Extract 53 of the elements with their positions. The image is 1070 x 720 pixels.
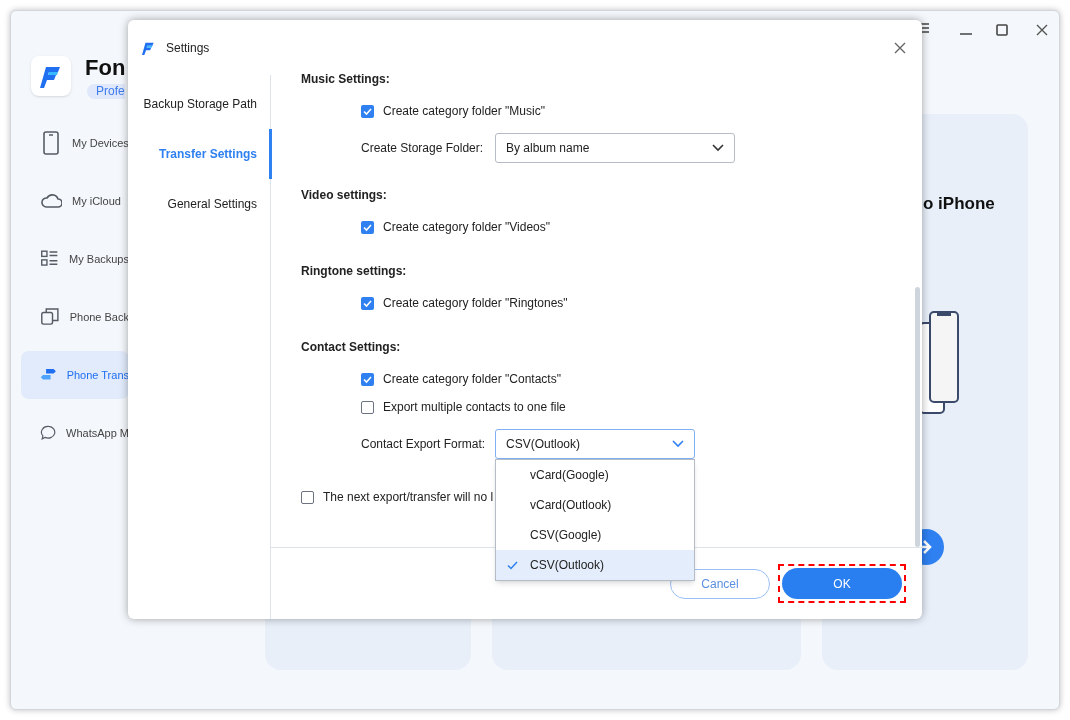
dropdown-option[interactable]: vCard(Google) (496, 460, 694, 490)
dropdown-field[interactable]: CSV(Outlook) (495, 429, 695, 459)
checkbox-label: The next export/transfer will no l (323, 489, 494, 506)
field-label: Create Storage Folder: (361, 140, 485, 157)
settings-tab[interactable]: Transfer Settings (158, 129, 272, 179)
dialog-title: Settings (166, 39, 211, 57)
sidebar-item[interactable]: WhatsApp M (21, 409, 129, 457)
checkbox[interactable] (361, 296, 374, 310)
section-heading: Music Settings: (301, 71, 391, 88)
checkbox-label: Export multiple contacts to one file (383, 399, 566, 416)
close-icon (1035, 23, 1049, 37)
checkbox[interactable] (361, 104, 374, 118)
maximize-icon (995, 23, 1009, 37)
sidebar-item[interactable]: My Devices (21, 119, 129, 167)
checkbox[interactable] (361, 220, 374, 234)
chevron-down-icon (672, 440, 684, 448)
phone-icon (40, 131, 62, 155)
sidebar-item[interactable]: Phone Trans (21, 351, 129, 399)
ok-button[interactable]: OK (782, 568, 902, 599)
dropdown-option[interactable]: vCard(Outlook) (496, 490, 694, 520)
settings-tab[interactable]: General Settings (167, 179, 272, 229)
settings-tab[interactable]: Backup Storage Path (143, 79, 272, 129)
sidebar-item[interactable]: My iCloud (21, 177, 129, 225)
checkbox[interactable] (301, 490, 314, 504)
check-icon (363, 298, 372, 308)
section-heading: Ringtone settings: (301, 263, 408, 280)
field-label: Contact Export Format: (361, 436, 487, 453)
scrollbar[interactable] (915, 287, 920, 547)
dropdown-field[interactable]: By album name (495, 133, 735, 163)
section-heading: Contact Settings: (301, 339, 402, 356)
chevron-down-icon (712, 144, 724, 152)
checkbox[interactable] (361, 372, 374, 386)
close-icon (893, 40, 907, 55)
check-icon (363, 374, 372, 384)
edition-badge: Profe (87, 84, 125, 99)
card-title: o iPhone (923, 193, 995, 215)
check-icon (507, 561, 518, 570)
checkbox-label: Create category folder "Music" (383, 103, 545, 120)
check-icon (363, 222, 372, 232)
check-icon (363, 106, 372, 116)
sidebar-item[interactable]: Phone Back (21, 293, 129, 341)
section-heading: Video settings: (301, 187, 388, 204)
minimize-icon (960, 33, 972, 35)
checkbox-label: Create category folder "Videos" (383, 219, 551, 236)
app-name: Fon (85, 54, 126, 82)
logo-icon (142, 40, 156, 55)
checkbox-label: Create category folder "Contacts" (383, 371, 561, 388)
logo-icon (40, 64, 62, 88)
dropdown-option[interactable]: CSV(Google) (496, 520, 694, 550)
dropdown-option[interactable]: CSV(Outlook) (496, 550, 694, 580)
checkbox-label: Create category folder "Ringtones" (383, 295, 568, 312)
sidebar-item[interactable]: My Backups (21, 235, 129, 283)
checkbox[interactable] (361, 400, 374, 414)
